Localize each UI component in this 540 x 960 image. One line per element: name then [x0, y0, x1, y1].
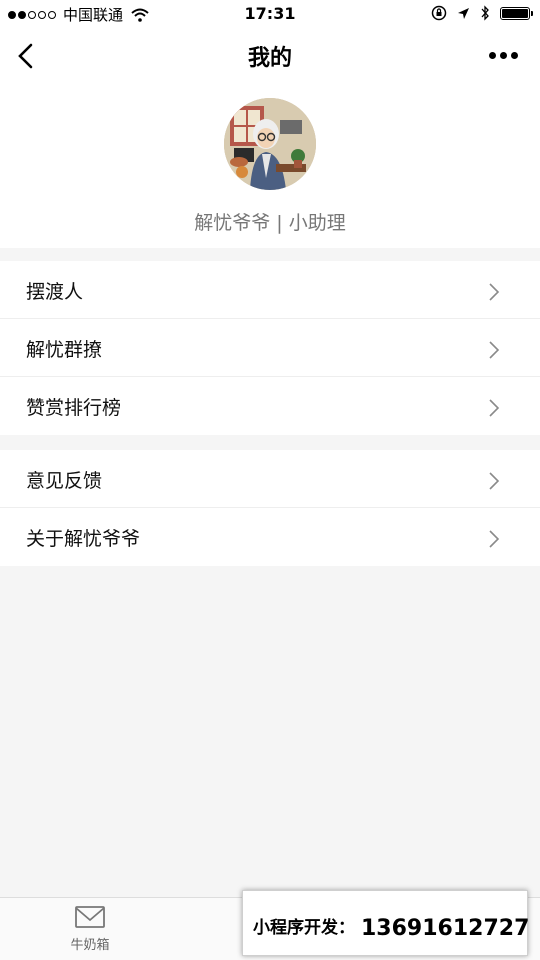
promo-label: 小程序开发： — [253, 918, 355, 938]
orientation-lock-icon — [431, 5, 447, 21]
menu-item-feedback[interactable]: 意见反馈 — [0, 450, 540, 508]
avatar-illustration-icon — [224, 98, 316, 190]
screen: 中国联通 17:31 我的 解忧爷爷 | 小助理 摆渡人 解忧群撩 赞赏排行榜 … — [0, 0, 540, 960]
chevron-right-icon — [489, 399, 500, 417]
tab-label: 牛奶箱 — [70, 938, 110, 953]
menu-item-label: 赞赏排行榜 — [26, 397, 122, 419]
chevron-right-icon — [489, 530, 500, 548]
status-right — [421, 5, 533, 21]
status-bar: 中国联通 17:31 — [0, 0, 540, 28]
mail-icon — [75, 906, 105, 928]
nav-bar: 我的 — [0, 28, 540, 84]
bluetooth-icon — [481, 5, 489, 21]
battery-icon — [500, 6, 533, 20]
more-dots-icon[interactable] — [485, 52, 518, 59]
menu-item-about[interactable]: 关于解忧爷爷 — [0, 508, 540, 566]
promo-text: 小程序开发： 13691612727 — [253, 913, 529, 941]
location-icon — [458, 7, 469, 19]
page-title: 我的 — [247, 46, 292, 71]
avatar[interactable] — [224, 98, 316, 190]
menu-group-secondary: 意见反馈 关于解忧爷爷 — [0, 450, 540, 566]
profile-section: 解忧爷爷 | 小助理 — [0, 84, 540, 248]
chevron-right-icon — [489, 341, 500, 359]
tab-milk-box[interactable]: 牛奶箱 — [40, 904, 140, 953]
chevron-right-icon — [489, 472, 500, 490]
profile-name: 解忧爷爷 | 小助理 — [194, 212, 346, 234]
menu-item-label: 解忧群撩 — [26, 339, 103, 361]
menu-item-label: 意见反馈 — [26, 470, 103, 492]
chevron-right-icon — [489, 283, 500, 301]
menu-item-label: 摆渡人 — [26, 281, 84, 303]
promo-phone: 13691612727 — [361, 916, 530, 941]
menu-item-reward-ranking[interactable]: 赞赏排行榜 — [0, 377, 540, 435]
menu-item-ferryman[interactable]: 摆渡人 — [0, 261, 540, 319]
menu-group-main: 摆渡人 解忧群撩 赞赏排行榜 — [0, 261, 540, 435]
menu-item-label: 关于解忧爷爷 — [26, 528, 141, 550]
menu-item-group-chat[interactable]: 解忧群撩 — [0, 319, 540, 377]
promo-banner: 小程序开发： 13691612727 — [242, 890, 529, 956]
